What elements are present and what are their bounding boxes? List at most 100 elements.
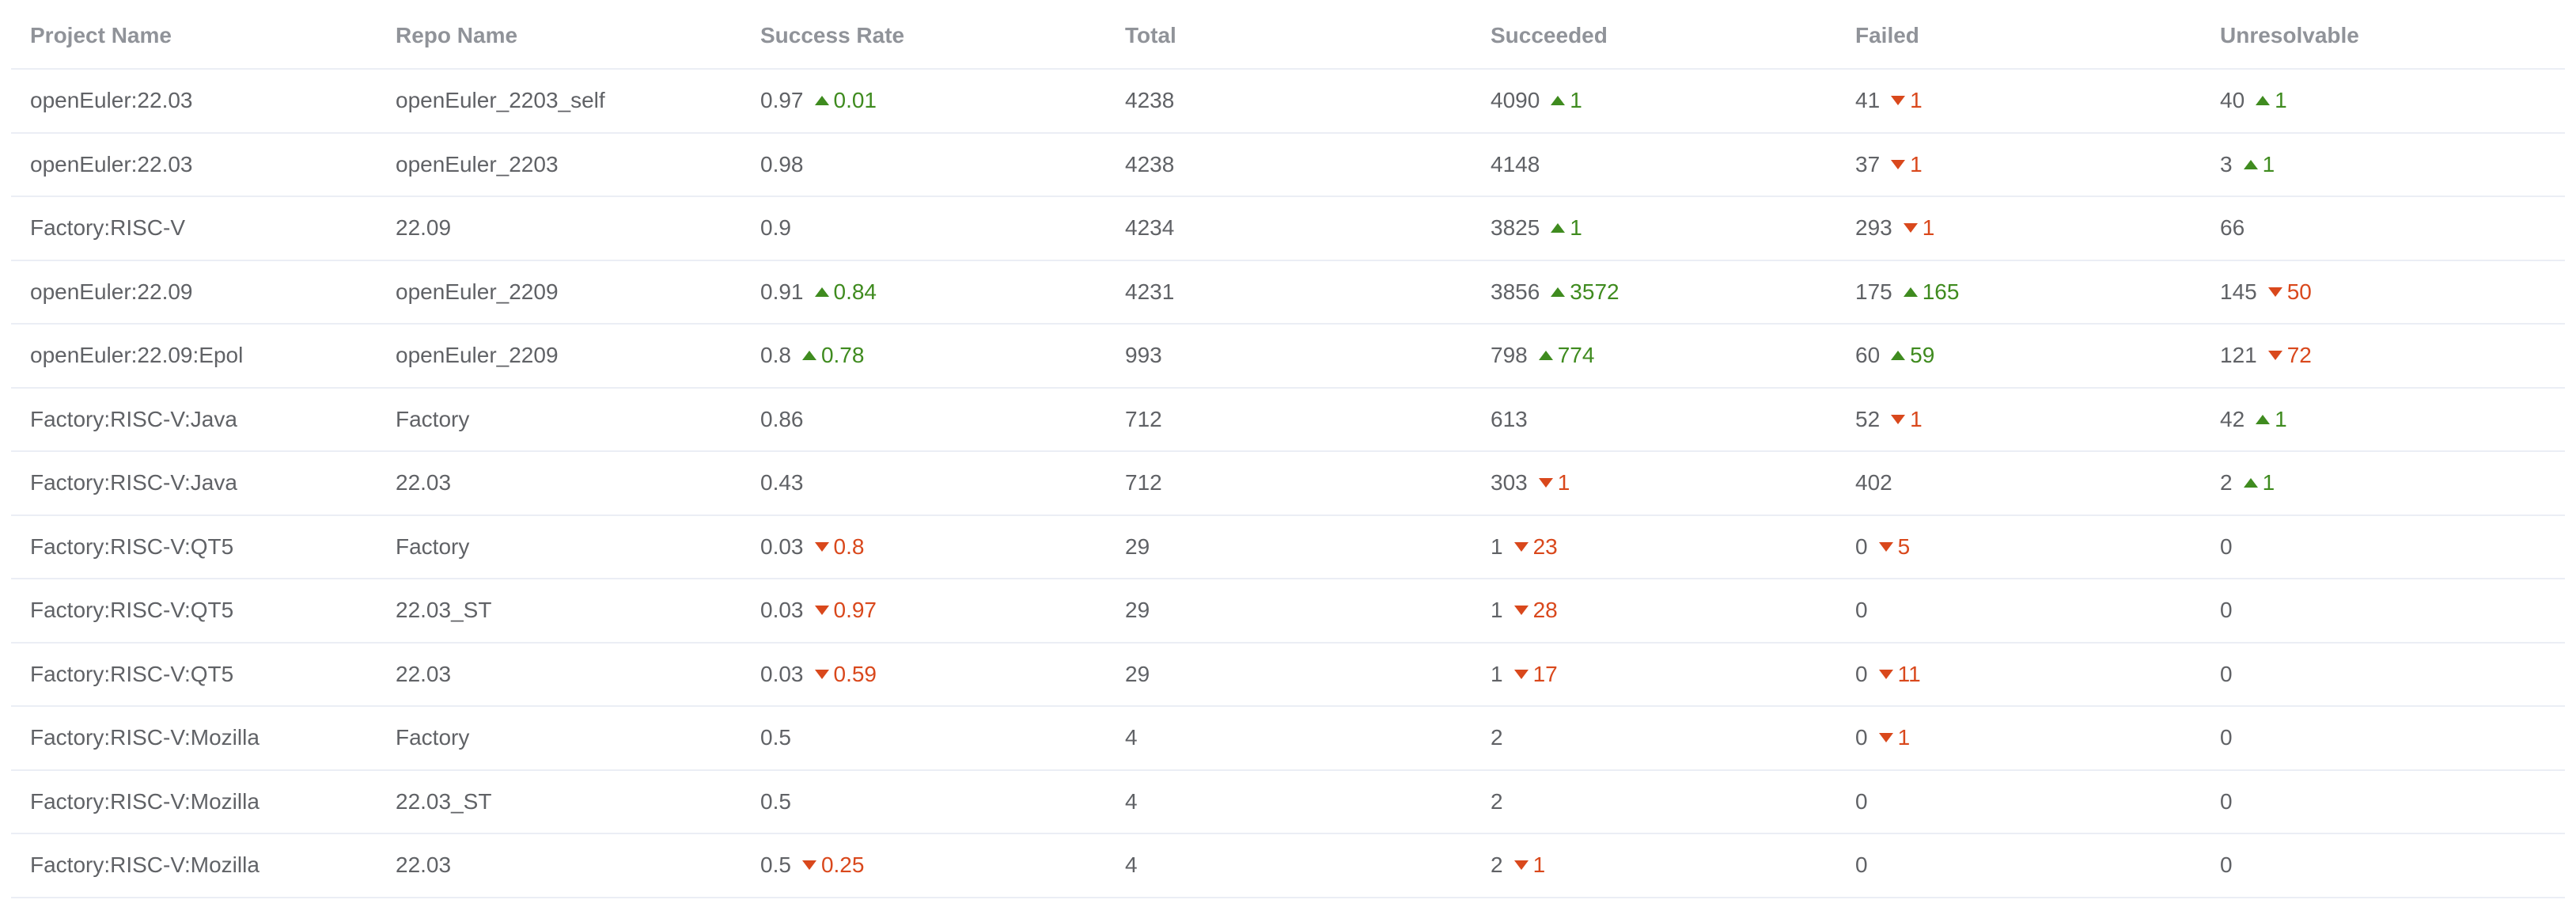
total-value: 4238 <box>1125 88 1175 113</box>
triangle-down-icon <box>1513 541 1529 552</box>
failed-value: 0 <box>1855 598 1868 623</box>
failed-delta: 1 <box>1903 215 1935 241</box>
succeeded-cell: 613 <box>1472 407 1836 432</box>
success-rate-cell: 0.5 0.25 <box>741 852 1106 878</box>
unresolvable-value: 0 <box>2220 725 2233 750</box>
total-value: 4 <box>1125 788 1138 814</box>
succeeded-cell: 1 28 <box>1472 598 1836 623</box>
table-row[interactable]: Factory:RISC-V 22.09 0.9 4234 3825 1 293 1 66 <box>11 197 2565 261</box>
failed-value: 52 <box>1855 406 1881 431</box>
failed-value: 175 <box>1855 279 1892 304</box>
repo-name-cell: 22.03_ST <box>396 788 492 814</box>
triangle-up-icon <box>1903 287 1918 297</box>
total-cell: 4231 <box>1106 279 1472 305</box>
table-row[interactable]: Factory:RISC-V:Mozilla 22.03_ST 0.5 4 2 0 0 <box>11 771 2565 834</box>
delta-value: 11 <box>1897 661 1921 686</box>
failed-cell: 37 1 <box>1836 152 2201 177</box>
header-failed[interactable]: Failed <box>1836 23 2201 48</box>
delta-value: 1 <box>1922 215 1935 241</box>
success-rate-value: 0.97 <box>760 88 804 113</box>
project-name-cell: Factory:RISC-V:Mozilla <box>30 725 259 750</box>
header-succeeded[interactable]: Succeeded <box>1472 23 1836 48</box>
repo-name-cell: openEuler_2209 <box>396 343 559 368</box>
triangle-up-icon <box>1538 351 1553 361</box>
failed-cell: 0 <box>1836 789 2201 814</box>
unresolvable-value: 0 <box>2220 788 2233 814</box>
total-cell: 29 <box>1106 534 1472 560</box>
delta-value: 0.84 <box>833 279 877 304</box>
unresolvable-value: 121 <box>2220 343 2257 368</box>
header-success-rate[interactable]: Success Rate <box>741 23 1106 48</box>
succeeded-cell: 1 17 <box>1472 662 1836 687</box>
unresolvable-value: 0 <box>2220 533 2233 559</box>
success-rate-value: 0.03 <box>760 598 804 623</box>
succeeded-value: 798 <box>1491 343 1528 368</box>
table-row[interactable]: openEuler:22.03 openEuler_2203 0.98 4238 414… <box>11 134 2565 197</box>
table-row[interactable]: openEuler:22.09 openEuler_2209 0.91 0.84 423… <box>11 261 2565 325</box>
triangle-up-icon <box>1551 287 1566 297</box>
header-repo-name[interactable]: Repo Name <box>377 23 741 48</box>
succeeded-value: 4148 <box>1491 151 1540 177</box>
triangle-down-icon <box>814 606 829 616</box>
delta-value: 1 <box>2275 406 2287 431</box>
unresolvable-cell: 0 <box>2201 725 2565 750</box>
succeeded-cell: 1 23 <box>1472 534 1836 560</box>
table-row[interactable]: Factory:RISC-V:QT5 Factory 0.03 0.8 29 1 23 0 5 0 <box>11 516 2565 579</box>
succeeded-cell: 3825 1 <box>1472 215 1836 241</box>
table-row[interactable]: Factory:RISC-V:Mozilla 22.03 0.5 0.25 4 2 1 0 0 <box>11 834 2565 898</box>
unresolvable-delta: 72 <box>2267 343 2312 368</box>
failed-value: 37 <box>1855 151 1881 177</box>
success-rate-cell: 0.03 0.59 <box>741 662 1106 687</box>
delta-value: 0.59 <box>833 661 877 686</box>
delta-value: 0.01 <box>833 88 877 113</box>
triangle-down-icon <box>814 669 829 679</box>
header-unresolvable[interactable]: Unresolvable <box>2201 23 2565 48</box>
unresolvable-delta: 1 <box>2256 407 2287 432</box>
triangle-down-icon <box>801 860 816 871</box>
header-total[interactable]: Total <box>1106 23 1472 48</box>
failed-value: 402 <box>1855 470 1892 495</box>
delta-value: 3572 <box>1570 279 1619 304</box>
table-row[interactable]: Factory:RISC-V:Mozilla Factory 0.5 4 2 0 1 0 <box>11 707 2565 771</box>
total-value: 4238 <box>1125 151 1175 177</box>
triangle-down-icon <box>1878 541 1893 552</box>
triangle-up-icon <box>2243 478 2258 488</box>
unresolvable-value: 0 <box>2220 661 2233 686</box>
project-name-cell: Factory:RISC-V:QT5 <box>30 533 234 559</box>
succeeded-delta: 23 <box>1513 534 1558 560</box>
success-rate-cell: 0.91 0.84 <box>741 279 1106 305</box>
succeeded-delta: 1 <box>1513 852 1545 878</box>
unresolvable-value: 66 <box>2220 215 2245 241</box>
table-header: Project Name Repo Name Success Rate Tota… <box>11 0 2565 70</box>
table-row[interactable]: Factory:RISC-V:QT5 22.03_ST 0.03 0.97 29 1 28 0… <box>11 579 2565 644</box>
succeeded-delta: 3572 <box>1551 279 1619 305</box>
project-name-cell: Factory:RISC-V:Mozilla <box>30 788 259 814</box>
total-value: 4231 <box>1125 279 1175 304</box>
delta-value: 774 <box>1557 343 1595 368</box>
failed-delta: 1 <box>1878 725 1910 750</box>
success-rate-cell: 0.9 <box>741 215 1106 241</box>
header-project-name[interactable]: Project Name <box>11 23 377 48</box>
table-row[interactable]: Factory:RISC-V:Java 22.03 0.43 712 303 1 402 2 1 <box>11 452 2565 516</box>
succeeded-cell: 798 774 <box>1472 343 1836 368</box>
repo-name-cell: openEuler_2203_self <box>396 88 605 113</box>
triangle-up-icon <box>814 96 829 106</box>
delta-value: 1 <box>1910 88 1923 113</box>
unresolvable-delta: 50 <box>2267 279 2312 305</box>
failed-cell: 60 59 <box>1836 343 2201 368</box>
failed-cell: 293 1 <box>1836 215 2201 241</box>
table-row[interactable]: openEuler:22.09:Epol openEuler_2209 0.8 0.7… <box>11 325 2565 389</box>
failed-cell: 175 165 <box>1836 279 2201 305</box>
unresolvable-value: 42 <box>2220 406 2245 431</box>
succeeded-delta: 17 <box>1513 662 1558 687</box>
failed-value: 41 <box>1855 88 1881 113</box>
table-row[interactable]: Factory:RISC-V:Java Factory 0.86 712 613 52 1 4… <box>11 389 2565 452</box>
table-row[interactable]: Factory:RISC-V:QT5 22.03 0.03 0.59 29 1 17 0 11 0 <box>11 644 2565 707</box>
delta-value: 1 <box>1570 88 1582 113</box>
failed-delta: 1 <box>1891 152 1923 177</box>
succeeded-cell: 4090 1 <box>1472 88 1836 113</box>
table-row[interactable]: openEuler:22.03 openEuler_2203_self 0.97 0.… <box>11 70 2565 134</box>
delta-value: 0.25 <box>820 852 865 878</box>
repo-name-cell: Factory <box>396 533 470 559</box>
success-rate-delta: 0.01 <box>814 88 877 113</box>
